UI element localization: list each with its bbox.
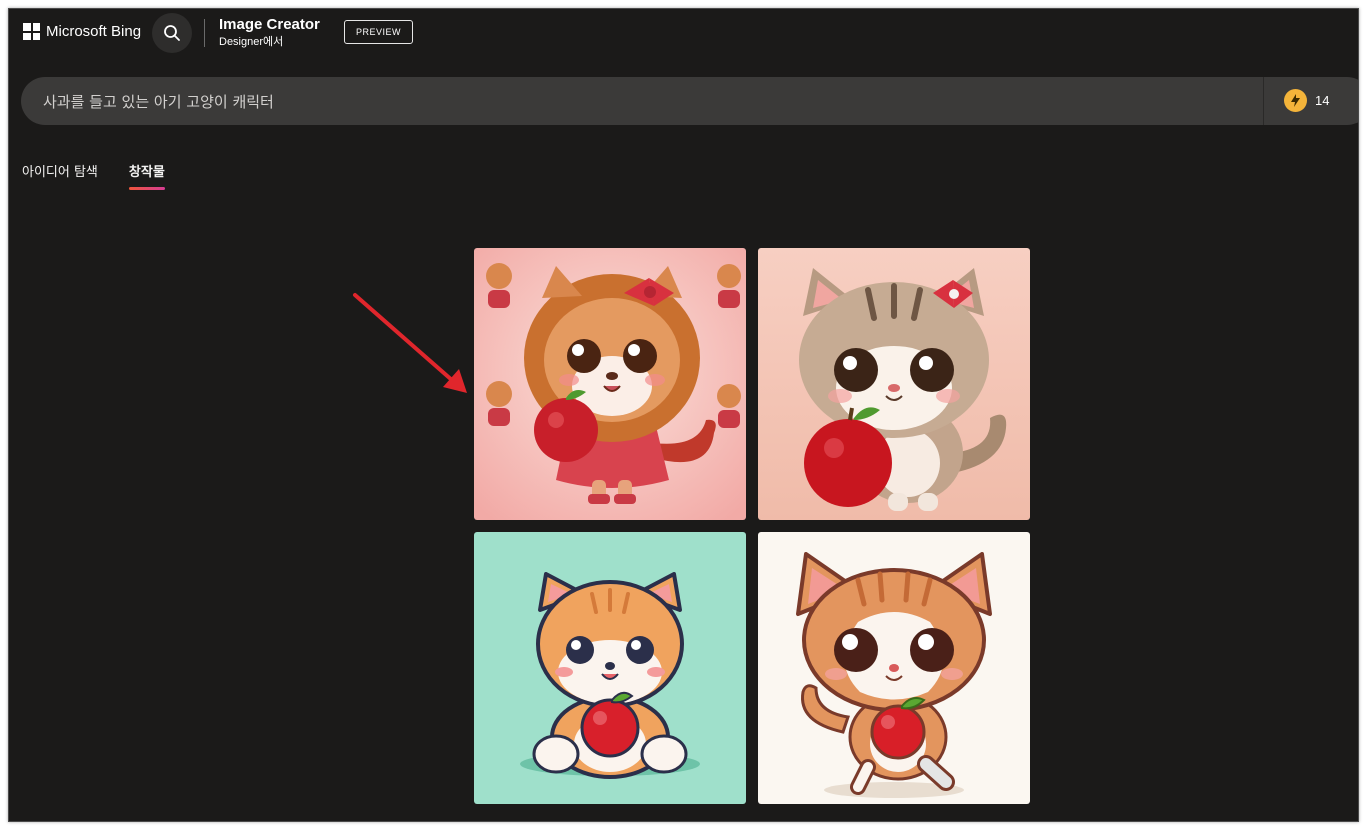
cat-image (758, 532, 1030, 804)
tab-creations[interactable]: 창작물 (128, 161, 165, 190)
preview-badge: PREVIEW (344, 20, 414, 44)
cat-image (474, 532, 746, 804)
generated-image-4[interactable] (758, 532, 1030, 804)
header: Microsoft Bing Image Creator Designer에서 … (9, 9, 1358, 65)
app-window: Microsoft Bing Image Creator Designer에서 … (8, 8, 1359, 822)
cat-image (758, 248, 1030, 520)
generated-image-1[interactable] (474, 248, 746, 520)
search-icon (164, 25, 180, 41)
boosts-counter[interactable]: 14 (1284, 89, 1329, 112)
cat-image (474, 248, 746, 520)
red-arrow-annotation (353, 293, 467, 393)
boosts-count: 14 (1315, 93, 1330, 108)
header-divider (204, 19, 205, 47)
app-title: Image Creator (219, 16, 320, 33)
brand-name: Microsoft Bing (46, 23, 142, 40)
bing-logo-link[interactable]: Microsoft Bing (23, 23, 141, 40)
generated-image-2[interactable] (758, 248, 1030, 520)
search-button[interactable] (152, 13, 192, 53)
tab-bar: 아이디어 탐색 창작물 (22, 161, 165, 190)
windows-logo-icon (23, 23, 40, 40)
lightning-coin-icon (1284, 89, 1307, 112)
prompt-bar: 14 (21, 77, 1358, 125)
tab-explore-ideas[interactable]: 아이디어 탐색 (22, 161, 98, 190)
app-title-link[interactable]: Image Creator Designer에서 (219, 16, 320, 49)
prompt-input[interactable] (21, 77, 1261, 125)
generated-image-3[interactable] (474, 532, 746, 804)
app-subtitle: Designer에서 (219, 36, 284, 48)
prompt-separator (1263, 77, 1264, 125)
